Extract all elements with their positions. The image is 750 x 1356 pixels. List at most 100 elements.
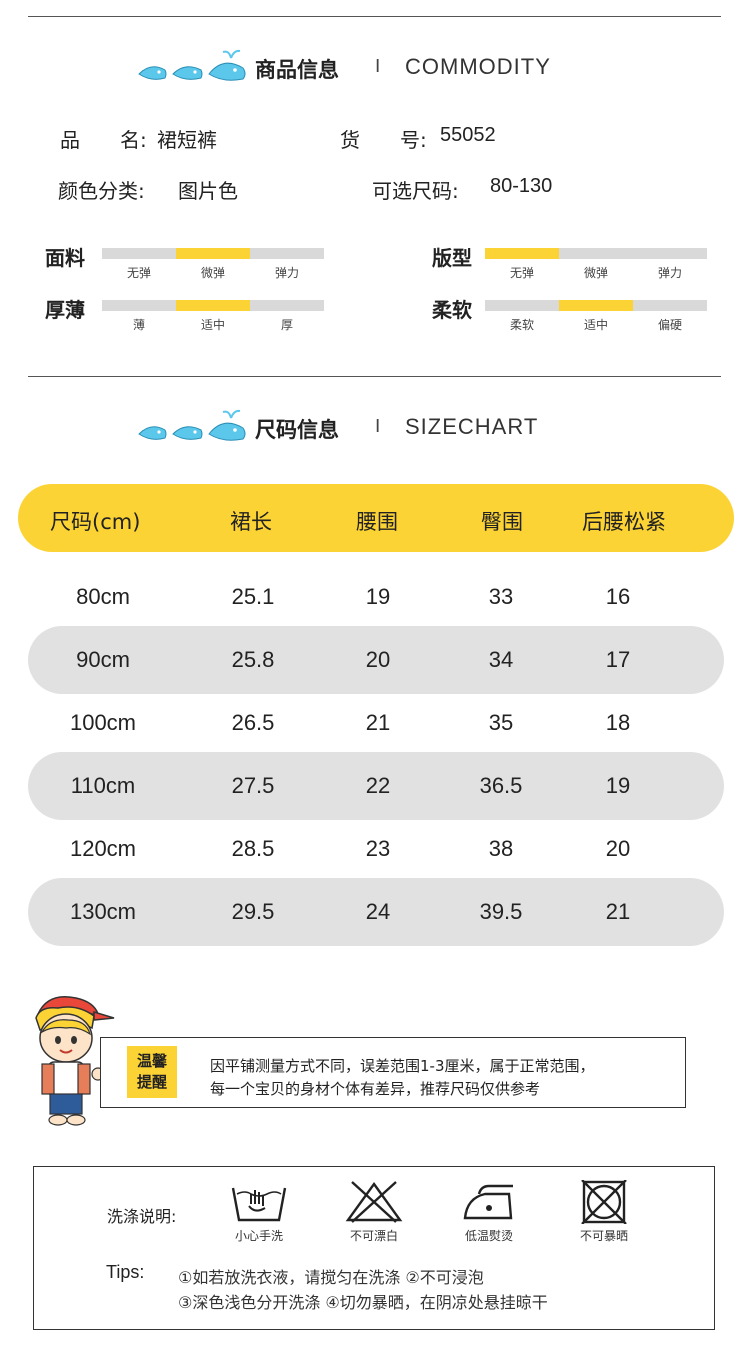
table-cell: 26.5 <box>231 710 275 735</box>
hand-wash-icon <box>231 1187 287 1222</box>
attribute-segment-selected <box>176 248 250 259</box>
header-size: 尺码(cm) <box>50 510 141 534</box>
table-cell: 38 <box>488 836 514 861</box>
header-hip: 臀围 <box>481 510 523 534</box>
table-cell: 21 <box>605 899 631 924</box>
notice-tag: 温馨 提醒 <box>127 1046 177 1098</box>
attribute-segment-selected <box>559 300 633 311</box>
no-sun-label: 不可暴晒 <box>579 1229 628 1243</box>
section-title-cn: 尺码信息 <box>255 418 339 442</box>
table-cell: 120cm <box>69 836 137 861</box>
low-iron-icon <box>463 1184 513 1220</box>
table-cell: 23 <box>365 836 391 861</box>
table-cell: 22 <box>365 773 391 798</box>
attribute-name: 版型 <box>432 246 472 270</box>
tips-line-1: ①如若放洗衣液，请搅匀在洗涤 ②不可浸泡 <box>178 1268 484 1287</box>
table-cell: 33 <box>488 584 514 609</box>
attribute-segment <box>633 248 707 259</box>
table-cell: 80cm <box>76 584 130 609</box>
attribute-segment <box>250 248 324 259</box>
section-title-en: COMMODITY <box>405 54 551 79</box>
table-cell: 20 <box>605 836 631 861</box>
wash-title: 洗涤说明: <box>107 1207 177 1226</box>
table-cell: 21 <box>365 710 391 735</box>
attribute-tick-label: 无弹 <box>509 266 534 280</box>
attribute-bar <box>485 248 707 259</box>
tips-line-2: ③深色浅色分开洗涤 ④切勿暴晒，在阴凉处悬挂晾干 <box>178 1293 548 1312</box>
product-name-value: 裙短裤 <box>157 128 217 152</box>
table-cell: 25.8 <box>231 647 275 672</box>
no-sun-icon <box>581 1180 627 1224</box>
table-cell: 18 <box>605 710 631 735</box>
no-bleach-icon <box>345 1181 403 1223</box>
attribute-tick-label: 薄 <box>132 318 145 332</box>
attribute-segment <box>102 248 176 259</box>
attribute-bar <box>102 300 324 311</box>
notice-line-1: 因平铺测量方式不同，误差范围1-3厘米，属于正常范围， <box>210 1057 595 1075</box>
whale-logo-icon <box>138 49 246 81</box>
table-cell: 29.5 <box>231 899 275 924</box>
sizechart-section-header: 尺码信息 I SIZECHART <box>0 408 750 448</box>
size-range-label: 可选尺码: <box>372 179 459 203</box>
section-title-cn: 商品信息 <box>255 58 339 82</box>
attribute-segment <box>102 300 176 311</box>
header-skirt-length: 裙长 <box>230 510 272 534</box>
attribute-tick-label: 柔软 <box>509 318 534 332</box>
table-cell: 90cm <box>76 647 130 672</box>
attribute-tick-label: 偏硬 <box>657 318 682 332</box>
item-number-label: 货 号: <box>340 128 427 152</box>
table-cell: 28.5 <box>231 836 275 861</box>
table-cell: 34 <box>488 647 514 672</box>
attribute-tick-label: 弹力 <box>274 266 299 280</box>
section-separator: I <box>375 416 381 437</box>
table-cell: 20 <box>365 647 391 672</box>
size-range-value: 80-130 <box>490 175 553 197</box>
attribute-segment <box>633 300 707 311</box>
section-separator: I <box>375 56 381 77</box>
table-cell: 35 <box>488 710 514 735</box>
low-iron-label: 低温熨烫 <box>464 1229 513 1243</box>
table-cell: 17 <box>605 647 631 672</box>
table-cell: 19 <box>605 773 631 798</box>
tips-label: Tips: <box>106 1262 145 1282</box>
table-cell: 100cm <box>69 710 137 735</box>
attribute-segment-selected <box>176 300 250 311</box>
attribute-tick-label: 无弹 <box>126 266 151 280</box>
notice-line-2: 每一个宝贝的身材个体有差异，推荐尺码仅供参考 <box>210 1080 541 1098</box>
commodity-section-header: 商品信息 I COMMODITY <box>0 48 750 88</box>
table-cell: 36.5 <box>479 773 523 798</box>
attribute-segment <box>250 300 324 311</box>
item-number-value: 55052 <box>440 124 496 146</box>
attribute-bar <box>102 248 324 259</box>
size-table-header: 尺码(cm) 裙长 腰围 臀围 后腰松紧 <box>18 484 734 552</box>
hand-wash-label: 小心手洗 <box>234 1229 283 1243</box>
attribute-bar <box>485 300 707 311</box>
attribute-tick-label: 弹力 <box>657 266 682 280</box>
table-cell: 25.1 <box>231 584 275 609</box>
header-waist: 腰围 <box>356 510 398 534</box>
no-bleach-label: 不可漂白 <box>349 1229 398 1243</box>
attribute-segment-selected <box>485 248 559 259</box>
color-value: 图片色 <box>178 179 238 203</box>
notice-tag-line2: 提醒 <box>136 1073 167 1091</box>
attribute-tick-label: 微弹 <box>583 266 608 280</box>
notice-tag-line1: 温馨 <box>136 1052 167 1070</box>
table-cell: 19 <box>365 584 391 609</box>
attribute-name: 柔软 <box>432 298 472 322</box>
attribute-tick-label: 厚 <box>280 318 293 332</box>
attribute-tick-label: 适中 <box>583 318 608 332</box>
table-cell: 110cm <box>70 773 136 798</box>
header-back-waist-elastic: 后腰松紧 <box>582 510 666 534</box>
product-name-label: 品 名: <box>60 128 147 152</box>
whale-logo-icon <box>138 409 246 441</box>
color-label: 颜色分类: <box>58 179 145 203</box>
table-cell: 130cm <box>69 899 137 924</box>
attribute-tick-label: 适中 <box>200 318 225 332</box>
table-cell: 16 <box>605 584 631 609</box>
attribute-segment <box>559 248 633 259</box>
section-title-en: SIZECHART <box>405 414 539 439</box>
middle-divider <box>28 376 721 377</box>
attribute-name: 厚薄 <box>45 298 85 322</box>
table-cell: 39.5 <box>479 899 523 924</box>
attribute-tick-label: 微弹 <box>200 266 225 280</box>
